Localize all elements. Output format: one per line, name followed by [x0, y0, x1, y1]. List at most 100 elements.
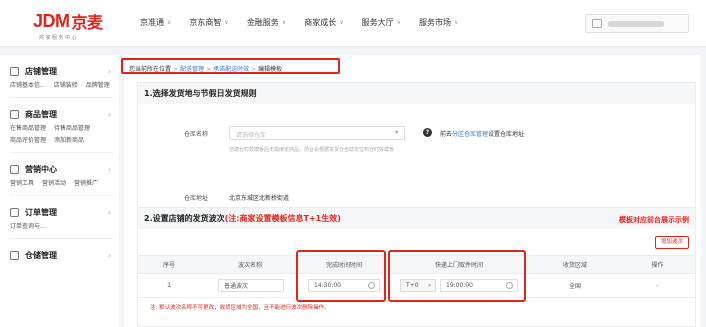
breadcrumb-link-delivery[interactable]: 配送管理 [180, 66, 204, 73]
nav-service-market[interactable]: 服务市场 ∨ [419, 17, 458, 28]
goods-icon [10, 109, 19, 119]
chevron-down-icon: ∨ [396, 19, 402, 26]
sidebar-group-header[interactable]: 仓储管理 › [10, 245, 119, 265]
section-title-text: 1.选择发货地与节假日发货规则 [144, 89, 257, 98]
chevron-right-icon: › [107, 207, 111, 217]
region-value: 全国 [568, 283, 581, 290]
nav-label: 服务大厅 [361, 18, 394, 27]
chevron-right-icon: › [107, 164, 111, 174]
chevron-down-icon: ∨ [281, 19, 287, 26]
logo-text: JDM [33, 10, 70, 31]
finish-time-highlight [296, 250, 386, 302]
section-shipping-waves: 2.设置店铺的发货波次 (注:商家设置模板信息T+1生效) 模板对应前台展示示例 … [137, 207, 696, 327]
nav-shangzhi[interactable]: 京东商智 ∨ [189, 17, 228, 28]
chevron-down-icon: ∨ [167, 19, 172, 26]
sidebar-group-title: 仓储管理 [25, 250, 57, 260]
breadcrumb-prefix: 您当前所在位置 [129, 66, 172, 73]
sidebar-group-header[interactable]: 店铺管理 › [10, 61, 119, 81]
breadcrumb-separator: > [173, 66, 179, 73]
chevron-down-icon: ∨ [339, 19, 344, 26]
breadcrumb-separator: > [251, 66, 257, 73]
nav-label: 京准通 [140, 18, 164, 27]
sidebar-group-header[interactable]: 商品管理 › [10, 104, 119, 124]
order-icon [10, 207, 19, 217]
breadcrumb-link-promise[interactable]: 承诺配送时效 [213, 66, 249, 73]
partition-warehouse-link[interactable]: 分区仓库管理 [452, 131, 488, 138]
jdm-logo[interactable]: JDM 京麦 商家服务中心 [33, 9, 104, 42]
top-nav: 京准通 ∨ 京东商智 ∨ 金融服务 ∨ 商家成长 ∨ 服务大厅 ∨ 服务市场 ∨ [140, 17, 476, 28]
user-account-box[interactable] [585, 14, 689, 33]
sidebar-item[interactable]: 添加新商品 [54, 136, 84, 146]
account-icon [592, 19, 602, 28]
sidebar-group-store: 店铺管理 › 店铺基本信... 店铺装修 品牌管理 [0, 61, 119, 98]
sidebar-group-title: 店铺管理 [25, 66, 57, 76]
breadcrumb-current: 编辑模板 [258, 66, 283, 73]
wave-note: 注: 默认波次名称不可更改，收货区域为全国，且不能进行波次删除操作。 [150, 305, 330, 311]
warehouse-hint: 前去分区仓库管理设置仓库地址 [440, 129, 524, 138]
warehouse-select-placeholder: 请选择仓库 [236, 132, 267, 139]
chevron-right-icon: › [107, 66, 111, 76]
blurred-username [608, 21, 664, 27]
sidebar: 店铺管理 › 店铺基本信... 店铺装修 品牌管理 商品管理 › 在售商品管理 … [0, 55, 119, 327]
logo-subtitle: 商家服务中心 [39, 35, 79, 41]
nav-label: 金融服务 [246, 18, 279, 27]
sidebar-item[interactable]: 待售商品管理 [54, 124, 90, 134]
marketing-icon [10, 164, 19, 174]
sidebar-item[interactable]: 营销推广 [74, 179, 98, 189]
column-header: 序号 [162, 262, 175, 269]
chevron-right-icon: › [107, 250, 111, 260]
section-title: 1.选择发货地与节假日发货规则 [138, 83, 695, 104]
sidebar-item[interactable]: 营销活动 [42, 179, 66, 189]
sidebar-item[interactable]: 商品评价管理 [10, 136, 46, 146]
column-header: 收货区域 [562, 262, 587, 269]
column-header: 波次名称 [237, 262, 262, 269]
chevron-down-icon: ∨ [224, 19, 229, 26]
nav-jingzhuntong[interactable]: 京准通 ∨ [140, 17, 171, 28]
sidebar-item[interactable]: 品牌管理 [86, 81, 110, 91]
sidebar-group-order: 订单管理 › 订单查询与... [0, 202, 119, 239]
warehouse-address-value: 北京东城区北新桥街道 [229, 195, 290, 202]
warehouse-icon [10, 250, 19, 260]
sidebar-group-marketing: 营销中心 › 营销工具 营销活动 营销推广 [0, 159, 119, 196]
hint-suffix: 设置仓库地址 [488, 131, 525, 138]
nav-label: 商家成长 [304, 18, 337, 27]
logo-cn-text: 京麦 [71, 13, 104, 32]
warehouse-name-label: 仓库名称 [184, 131, 209, 138]
sidebar-item[interactable]: 店铺装修 [54, 81, 78, 91]
store-icon [10, 66, 19, 76]
row-action: - [656, 282, 659, 289]
section-title: 2.设置店铺的发货波次 (注:商家设置模板信息T+1生效) [138, 208, 695, 229]
warehouse-hint-sub: 创建仓时效模板后无需绑定商品，前台会根据发货仓自动定位到仓时效模板 [229, 147, 395, 153]
chevron-down-icon: ∨ [454, 19, 459, 26]
nav-finance[interactable]: 金融服务 ∨ [247, 17, 286, 28]
frontend-example-link[interactable]: 模板对应前台展示示例 [619, 215, 689, 225]
sidebar-group-goods: 商品管理 › 在售商品管理 待售商品管理 商品评价管理 添加新商品 [0, 104, 119, 153]
sidebar-item[interactable]: 订单查询与... [10, 222, 46, 232]
hint-prefix: 前去 [440, 131, 453, 138]
sidebar-item[interactable]: 店铺基本信... [10, 81, 46, 91]
sidebar-group-title: 商品管理 [25, 109, 57, 119]
caret-down-icon: ▾ [394, 129, 398, 136]
sidebar-group-header[interactable]: 订单管理 › [10, 202, 119, 222]
section-title-text: 2.设置店铺的发货波次 [144, 214, 225, 223]
wave-name-input[interactable]: 普通波次 [218, 279, 284, 292]
nav-growth[interactable]: 商家成长 ∨ [304, 17, 343, 28]
column-header: 操作 [651, 262, 664, 269]
top-bar: JDM 京麦 商家服务中心 京准通 ∨ 京东商智 ∨ 金融服务 ∨ 商家成长 ∨ 服务大厅… [0, 0, 706, 47]
breadcrumb: 您当前所在位置 > 配送管理 > 承诺配送时效 > 编辑模板 [129, 64, 282, 73]
sidebar-item[interactable]: 在售商品管理 [10, 124, 46, 134]
nav-service-hall[interactable]: 服务大厅 ∨ [362, 17, 401, 28]
chevron-right-icon: › [107, 109, 111, 119]
sidebar-group-title: 订单管理 [25, 207, 57, 217]
nav-label: 服务市场 [419, 18, 452, 27]
help-icon[interactable]: ? [423, 128, 432, 137]
sidebar-group-title: 营销中心 [25, 164, 57, 174]
nav-label: 京东商智 [189, 18, 222, 27]
add-wave-button[interactable]: 增加波次 [655, 236, 689, 249]
breadcrumb-separator: > [206, 66, 212, 73]
sidebar-group-warehouse: 仓储管理 › [0, 245, 119, 265]
warehouse-select[interactable]: 请选择仓库 ▾ [229, 126, 405, 140]
sidebar-item[interactable]: 营销工具 [10, 179, 34, 189]
pickup-time-highlight [388, 250, 526, 302]
sidebar-group-header[interactable]: 营销中心 › [10, 159, 119, 179]
